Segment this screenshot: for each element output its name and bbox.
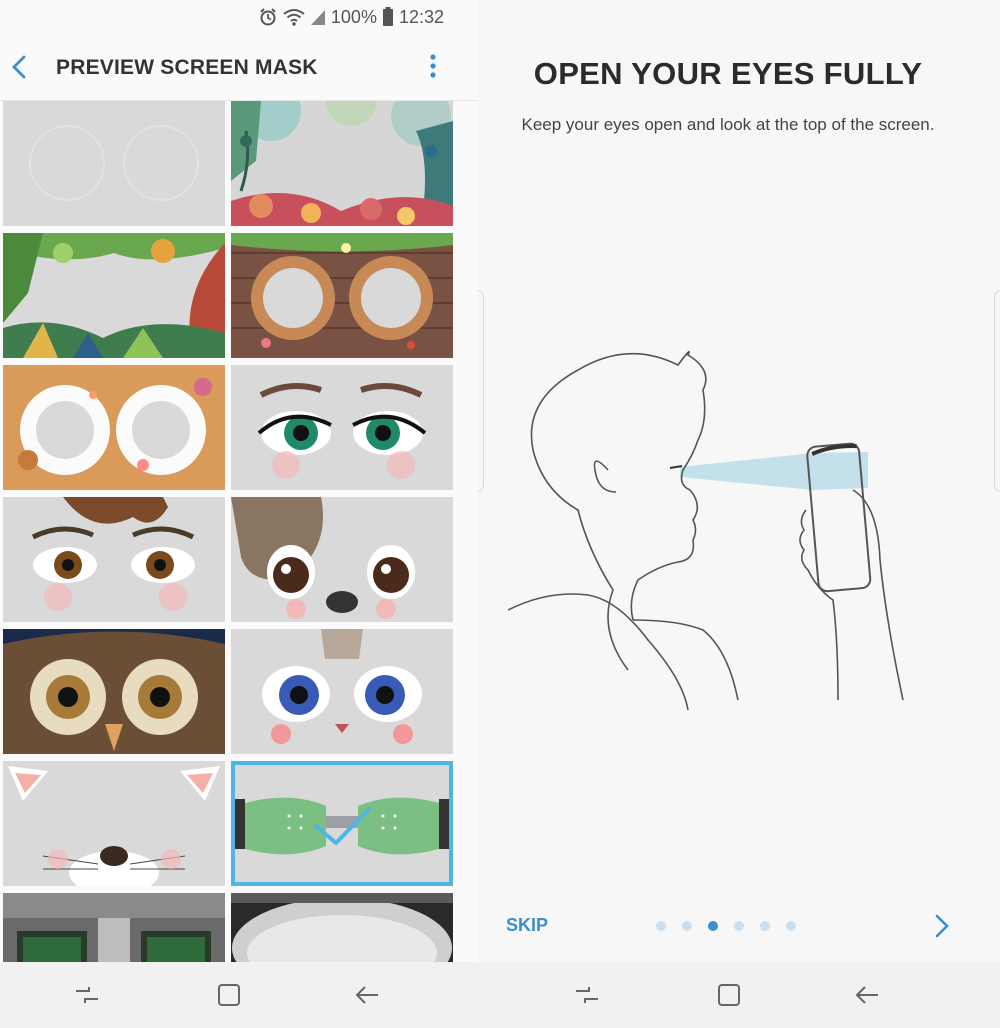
page-dot-active — [708, 921, 718, 931]
page-dot — [786, 921, 796, 931]
wifi-icon — [283, 9, 305, 26]
mask-tile-kitten[interactable] — [231, 629, 453, 754]
mask-tile-brown-eyes-hair[interactable] — [3, 497, 225, 622]
page-dot — [656, 921, 666, 931]
page-dot — [760, 921, 770, 931]
mask-tile-whipped-cream[interactable] — [3, 365, 225, 490]
mask-picker-screen: 100% 12:32 PREVIEW SCREEN MASK — [0, 0, 478, 1028]
mask-tile-jungle-leaves[interactable] — [3, 233, 225, 358]
mask-tile-green-eyes[interactable] — [231, 365, 453, 490]
page-indicator — [656, 921, 796, 931]
page-dot — [682, 921, 692, 931]
page-title: PREVIEW SCREEN MASK — [56, 56, 318, 79]
page-dot — [734, 921, 744, 931]
back-arrow-icon[interactable] — [6, 52, 30, 82]
previous-page-peek — [478, 290, 484, 492]
clock: 12:32 — [398, 6, 444, 27]
mask-tile-none[interactable] — [3, 101, 225, 226]
onboarding-screen: OPEN YOUR EYES FULLY Keep your eyes open… — [478, 0, 1000, 1028]
back-icon[interactable] — [852, 980, 882, 1010]
alarm-icon — [260, 8, 276, 26]
mask-tile-brick-wall[interactable] — [231, 233, 453, 358]
onboarding-title: OPEN YOUR EYES FULLY — [533, 56, 923, 91]
next-arrow-icon[interactable] — [932, 912, 952, 940]
app-bar: PREVIEW SCREEN MASK — [0, 34, 478, 101]
mask-tile-robot[interactable] — [3, 893, 225, 962]
mask-tile-cat[interactable] — [3, 761, 225, 886]
system-nav-bar-right — [478, 962, 1000, 1028]
mask-tile-puppy[interactable] — [231, 497, 453, 622]
mask-tile-forest[interactable] — [231, 101, 453, 226]
back-icon[interactable] — [352, 980, 382, 1010]
eye-scan-illustration — [508, 330, 938, 720]
signal-icon — [310, 10, 325, 25]
recent-apps-icon[interactable] — [72, 980, 102, 1010]
more-options-icon[interactable] — [424, 50, 442, 82]
skip-button[interactable]: SKIP — [506, 915, 548, 936]
onboarding-subtitle: Keep your eyes open and look at the top … — [521, 115, 935, 134]
status-bar: 100% 12:32 — [258, 0, 444, 34]
battery-percent: 100% — [330, 6, 377, 27]
home-icon[interactable] — [214, 980, 244, 1010]
system-nav-bar — [0, 962, 478, 1028]
mask-tile-astronaut[interactable] — [231, 893, 453, 962]
mask-tile-goggles[interactable] — [231, 761, 453, 886]
next-page-peek — [994, 290, 1000, 492]
battery-icon — [382, 7, 393, 26]
mask-tile-owl[interactable] — [3, 629, 225, 754]
home-icon[interactable] — [714, 980, 744, 1010]
mask-grid — [3, 101, 453, 962]
recent-apps-icon[interactable] — [572, 980, 602, 1010]
